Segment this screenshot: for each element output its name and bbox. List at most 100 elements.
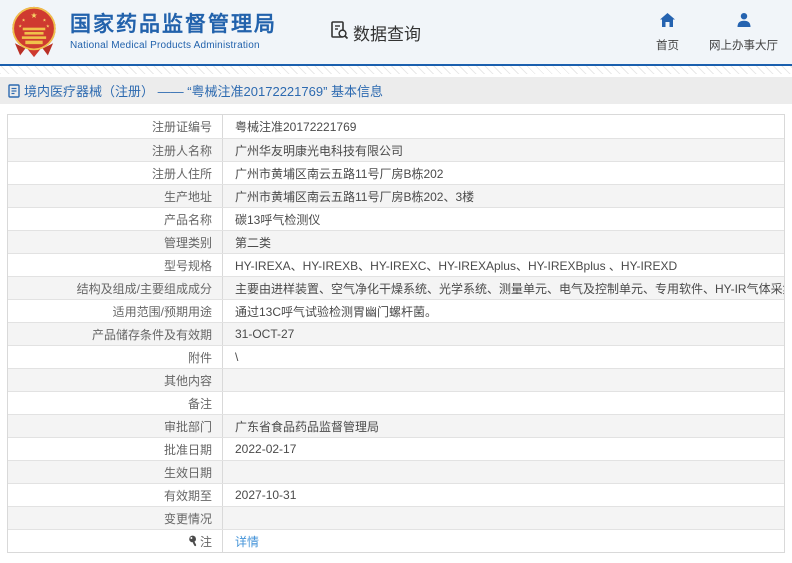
field-label: 批准日期 (8, 438, 223, 460)
field-label: 其他内容 (8, 369, 223, 391)
field-label-text: 注册人住所 (151, 166, 212, 181)
table-row: 其他内容 (8, 368, 784, 391)
field-value-text: 广州华友明康光电科技有限公司 (235, 143, 404, 158)
field-label: 生效日期 (8, 461, 223, 483)
breadcrumb: 境内医疗器械（注册） —— “粤械注准20172221769” 基本信息 (0, 77, 792, 104)
field-label: 变更情况 (8, 507, 223, 529)
field-label-text: 产品储存条件及有效期 (91, 327, 212, 342)
table-row: 变更情况 (8, 506, 784, 529)
field-value-text: HY-IREXA、HY-IREXB、HY-IREXC、HY-IREXAplus、… (235, 258, 678, 273)
home-icon (659, 12, 676, 33)
table-row: 型号规格 HY-IREXA、HY-IREXB、HY-IREXC、HY-IREXAp… (8, 253, 784, 276)
table-row: 注册人住所 广州市黄埔区南云五路11号厂房B栋202 (8, 161, 784, 184)
field-label: 备注 (8, 392, 223, 414)
field-value-text: 通过13C呼气试验检测胃幽门螺杆菌。 (235, 304, 438, 319)
field-label: 注册人住所 (8, 162, 223, 184)
field-label: 型号规格 (8, 254, 223, 276)
table-row: 注册证编号 粤械注准20172221769 (8, 115, 784, 138)
table-row: 注 详情 (8, 529, 784, 552)
field-value (223, 507, 784, 529)
document-icon (8, 83, 20, 98)
field-label-text: 注册证编号 (151, 120, 212, 134)
table-row: 注册人名称 广州华友明康光电科技有限公司 (8, 138, 784, 161)
field-value: 粤械注准20172221769 (223, 115, 784, 138)
table-row: 有效期至 2027-10-31 (8, 483, 784, 506)
field-label-text: 管理类别 (163, 235, 212, 250)
field-value: 碳13呼气检测仪 (223, 208, 784, 230)
field-value: 2027-10-31 (223, 484, 784, 506)
field-label-text: 注册人名称 (151, 143, 212, 158)
table-row: 产品名称 碳13呼气检测仪 (8, 207, 784, 230)
field-value: 广州市黄埔区南云五路11号厂房B栋202 (223, 162, 784, 184)
field-value: 详情 (223, 530, 784, 552)
field-value-text: 广州市黄埔区南云五路11号厂房B栋202 (235, 166, 444, 181)
nav-home[interactable]: 首页 (656, 12, 679, 53)
field-label-text: 审批部门 (163, 419, 212, 434)
table-row: 生产地址 广州市黄埔区南云五路11号厂房B栋202、3楼 (8, 184, 784, 207)
field-label: 生产地址 (8, 185, 223, 207)
field-value-text: 2022-02-17 (235, 442, 297, 456)
field-label: 管理类别 (8, 231, 223, 253)
table-row: 产品储存条件及有效期 31-OCT-27 (8, 322, 784, 345)
svg-text:★: ★ (22, 18, 26, 23)
field-label-text: 生产地址 (163, 189, 212, 204)
field-value: HY-IREXA、HY-IREXB、HY-IREXC、HY-IREXAplus、… (223, 254, 784, 276)
field-value-text: 广东省食品药品监督管理局 (235, 419, 380, 434)
field-value: 通过13C呼气试验检测胃幽门螺杆菌。 (223, 300, 784, 322)
nav-online-hall[interactable]: 网上办事大厅 (709, 12, 778, 53)
field-value-text: 碳13呼气检测仪 (235, 212, 321, 227)
field-label-text: 注 (199, 534, 212, 549)
field-value: 第二类 (223, 231, 784, 253)
brand-text: 国家药品监督管理局 National Medical Products Admi… (70, 13, 277, 51)
table-row: 审批部门 广东省食品药品监督管理局 (8, 414, 784, 437)
field-label-text: 型号规格 (163, 258, 212, 273)
field-label: 产品名称 (8, 208, 223, 230)
field-value (223, 369, 784, 391)
field-label: 附件 (8, 346, 223, 368)
field-value-text: 主要由进样装置、空气净化干燥系统、光学系统、测量单元、电气及控制单元、专用软件、… (235, 281, 784, 296)
field-value-text: 2027-10-31 (235, 488, 297, 502)
nav-home-label: 首页 (656, 39, 679, 52)
field-label-text: 生效日期 (163, 465, 212, 480)
info-table: 注册证编号 粤械注准20172221769 注册人名称 广州华友明康光电科技有限公司注… (7, 114, 785, 553)
field-value-text: 广州市黄埔区南云五路11号厂房B栋202、3楼 (235, 189, 475, 204)
brand: ★ ★ ★ ★ ★ 国家药品监督管理局 National Medical Pro… (8, 5, 277, 59)
field-value: 31-OCT-27 (223, 323, 784, 345)
field-label-text: 结构及组成/主要组成成分 (76, 281, 212, 296)
user-icon (736, 12, 752, 33)
field-label: 注册人名称 (8, 139, 223, 161)
svg-text:★: ★ (18, 24, 22, 29)
field-label: 结构及组成/主要组成成分 (8, 277, 223, 299)
field-label-text: 批准日期 (163, 442, 212, 457)
field-value: 广州华友明康光电科技有限公司 (223, 139, 784, 161)
field-label-text: 附件 (187, 350, 212, 365)
field-value-text: 31-OCT-27 (235, 327, 295, 341)
field-label: 注册证编号 (8, 115, 223, 138)
field-label-text: 备注 (187, 396, 212, 411)
field-label: 有效期至 (8, 484, 223, 506)
field-value-text: 第二类 (235, 235, 272, 250)
detail-link[interactable]: 详情 (235, 533, 259, 550)
table-row: 附件 \ (8, 345, 784, 368)
field-label: 适用范围/预期用途 (8, 300, 223, 322)
note-pin-icon (188, 535, 198, 547)
field-label: 注 (8, 530, 223, 552)
table-row: 管理类别 第二类 (8, 230, 784, 253)
field-value-text: 粤械注准20172221769 (235, 120, 357, 134)
org-name-cn: 国家药品监督管理局 (70, 13, 277, 36)
data-query-tab[interactable]: 数据查询 (329, 20, 421, 45)
field-value (223, 392, 784, 414)
breadcrumb-title: 境内医疗器械（注册） —— “粤械注准20172221769” 基本信息 (24, 84, 384, 99)
data-query-label: 数据查询 (353, 24, 421, 44)
national-emblem-logo: ★ ★ ★ ★ ★ (8, 5, 60, 59)
field-value: 广东省食品药品监督管理局 (223, 415, 784, 437)
field-label: 审批部门 (8, 415, 223, 437)
svg-text:★: ★ (42, 18, 46, 23)
field-value-text: \ (235, 350, 239, 364)
table-row: 批准日期 2022-02-17 (8, 437, 784, 460)
document-search-icon (329, 20, 349, 45)
field-value: \ (223, 346, 784, 368)
field-label-text: 有效期至 (163, 488, 212, 503)
page: ★ ★ ★ ★ ★ 国家药品监督管理局 National Medical Pro… (0, 0, 792, 563)
header-nav: 首页 网上办事大厅 (656, 12, 778, 53)
